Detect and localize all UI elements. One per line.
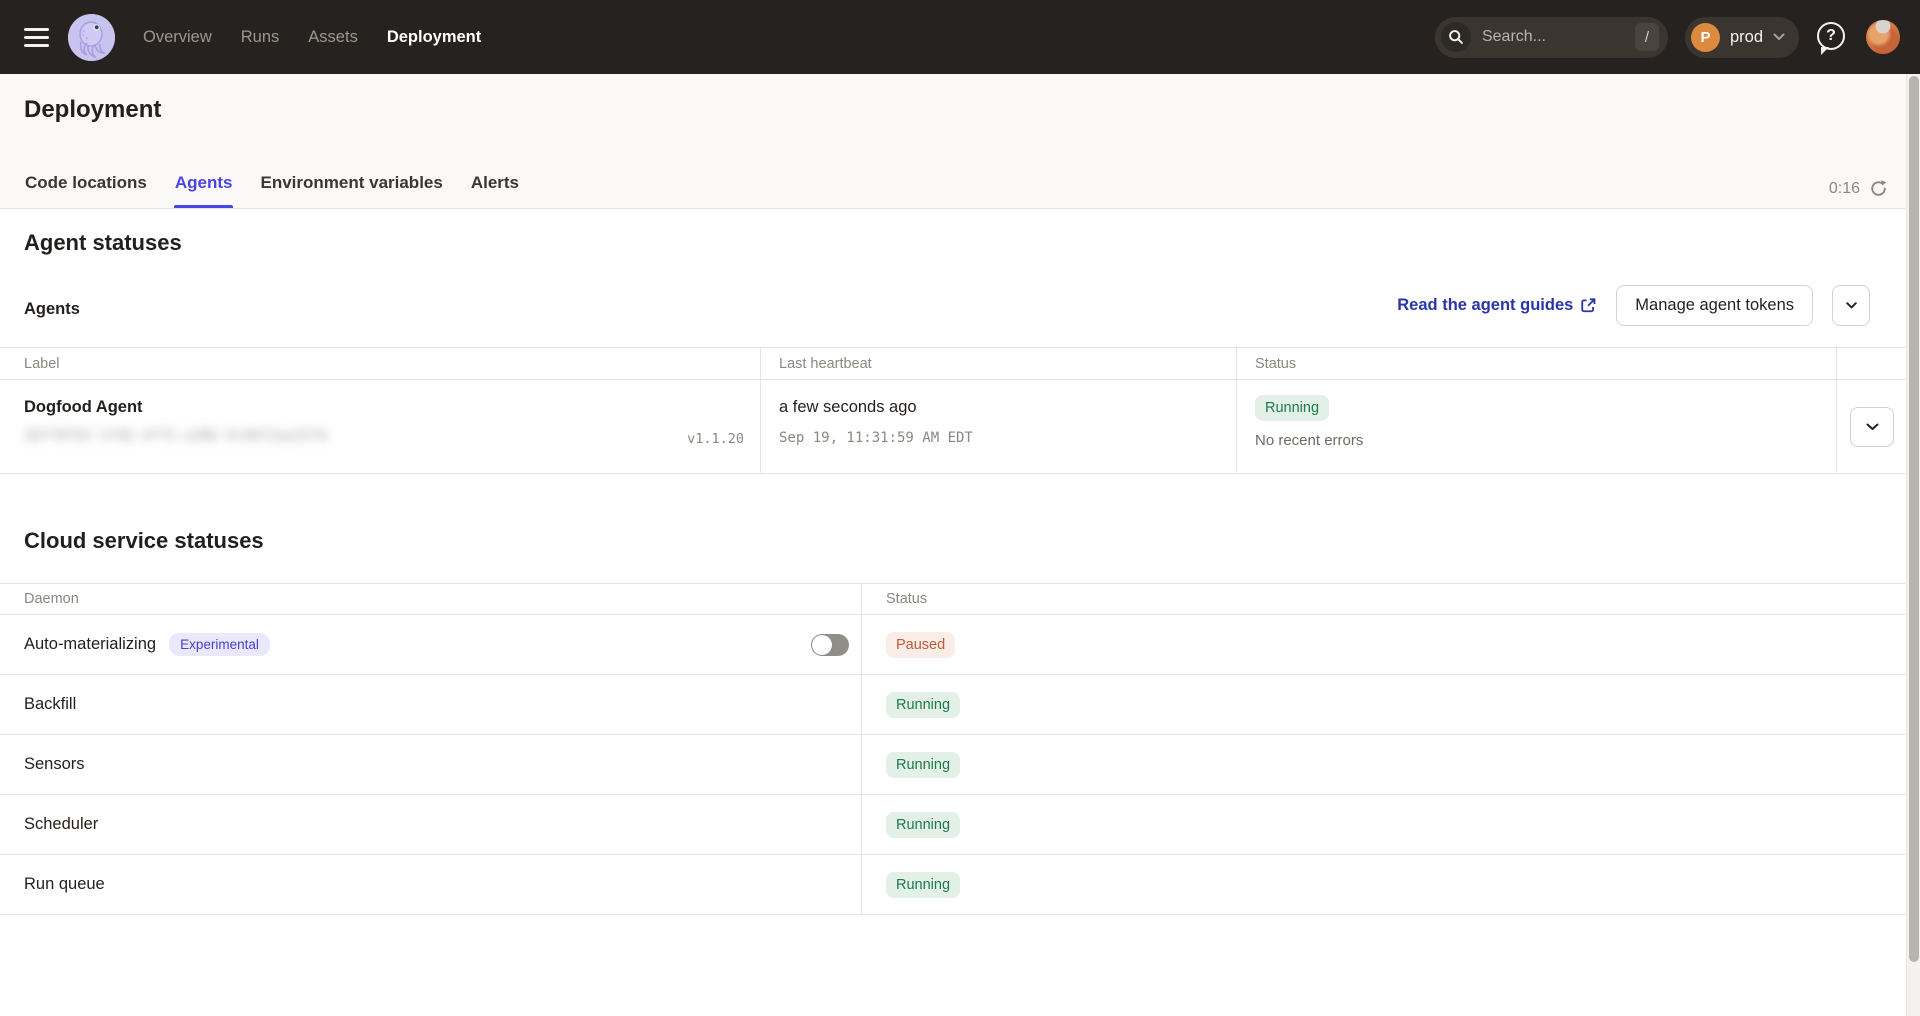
table-row: Dogfood Agent 36f787b5-2f4b-4f75-a38b-9c…: [0, 380, 1906, 474]
column-header-actions: [1836, 348, 1906, 379]
table-row: Backfill Running: [0, 675, 1906, 735]
agents-toolbar-actions: Read the agent guides Manage agent token…: [1397, 284, 1870, 326]
status-badge: Running: [886, 872, 960, 898]
daemon-cell: Run queue: [0, 855, 861, 914]
chevron-down-icon: [1773, 33, 1785, 41]
nav-item-deployment[interactable]: Deployment: [387, 28, 481, 47]
agent-row-expand-button[interactable]: [1850, 407, 1894, 447]
nav-item-overview[interactable]: Overview: [143, 28, 212, 47]
search-shortcut-key: /: [1635, 23, 1659, 51]
cloud-services-table: Daemon Status Auto-materializing Experim…: [0, 583, 1906, 915]
agent-version: v1.1.20: [687, 431, 744, 447]
table-row: Run queue Running: [0, 855, 1906, 915]
daemon-status-cell: Running: [861, 675, 1906, 734]
table-row: Scheduler Running: [0, 795, 1906, 855]
column-header-status: Status: [1236, 348, 1836, 379]
nav-item-runs[interactable]: Runs: [241, 28, 280, 47]
topbar-right-cluster: Search... / P prod ?: [1435, 0, 1900, 74]
heartbeat-relative-time: a few seconds ago: [779, 398, 917, 417]
hamburger-menu-icon[interactable]: [12, 13, 60, 61]
refresh-timer: 0:16: [1829, 180, 1860, 198]
tab-bar: Code locations Agents Environment variab…: [24, 173, 520, 208]
daemon-status-cell: Running: [861, 795, 1906, 854]
scrollbar-track[interactable]: [1906, 74, 1920, 1016]
user-avatar[interactable]: [1866, 20, 1900, 54]
daemon-name: Run queue: [24, 875, 105, 894]
help-icon[interactable]: ?: [1816, 19, 1849, 55]
agent-tokens-menu-button[interactable]: [1832, 285, 1870, 326]
tab-environment-variables[interactable]: Environment variables: [259, 173, 443, 208]
agent-guides-link-label: Read the agent guides: [1397, 296, 1573, 315]
auto-materializing-toggle[interactable]: [811, 634, 849, 656]
nav-item-assets[interactable]: Assets: [308, 28, 358, 47]
agent-statuses-heading: Agent statuses: [24, 230, 182, 256]
daemon-name: Sensors: [24, 755, 85, 774]
search-placeholder: Search...: [1482, 28, 1635, 46]
agent-name: Dogfood Agent: [24, 398, 143, 417]
daemon-status-cell: Running: [861, 855, 1906, 914]
tab-code-locations[interactable]: Code locations: [24, 173, 148, 208]
agent-guides-link[interactable]: Read the agent guides: [1397, 296, 1597, 315]
daemon-status-cell: Paused: [861, 615, 1906, 674]
agent-id-redacted: 36f787b5-2f4b-4f75-a38b-9c96f2aa337b: [24, 428, 344, 446]
daemon-name: Auto-materializing: [24, 635, 156, 654]
status-badge: Paused: [886, 632, 955, 658]
column-header-label: Label: [0, 348, 760, 379]
status-badge: Running: [886, 812, 960, 838]
search-icon: [1441, 22, 1471, 52]
heartbeat-timestamp: Sep 19, 11:31:59 AM EDT: [779, 430, 973, 446]
experimental-badge: Experimental: [169, 633, 270, 656]
daemon-cell: Backfill: [0, 675, 861, 734]
refresh-timer-area: 0:16: [1829, 179, 1888, 198]
refresh-icon[interactable]: [1869, 179, 1888, 198]
daemon-cell: Scheduler: [0, 795, 861, 854]
status-badge: Running: [1255, 395, 1329, 421]
status-badge: Running: [886, 752, 960, 778]
agents-table-header: Label Last heartbeat Status: [0, 347, 1906, 380]
column-header-last-heartbeat: Last heartbeat: [760, 348, 1236, 379]
tab-agents[interactable]: Agents: [174, 173, 234, 208]
page-header: Deployment Code locations Agents Environ…: [0, 74, 1920, 209]
daemon-cell: Auto-materializing Experimental: [0, 615, 861, 674]
status-note: No recent errors: [1255, 432, 1363, 449]
agents-subheading: Agents: [24, 300, 80, 319]
org-initial-badge: P: [1691, 23, 1720, 52]
table-row: Sensors Running: [0, 735, 1906, 795]
agent-actions-cell: [1836, 380, 1906, 473]
table-row: Auto-materializing Experimental Paused: [0, 615, 1906, 675]
daemon-name: Scheduler: [24, 815, 98, 834]
daemon-cell: Sensors: [0, 735, 861, 794]
agents-table: Label Last heartbeat Status Dogfood Agen…: [0, 347, 1906, 474]
daemon-name: Backfill: [24, 695, 76, 714]
agent-heartbeat-cell: a few seconds ago Sep 19, 11:31:59 AM ED…: [760, 380, 1236, 473]
manage-agent-tokens-button[interactable]: Manage agent tokens: [1616, 285, 1813, 326]
deployment-switcher[interactable]: P prod: [1685, 17, 1799, 58]
page-title: Deployment: [24, 96, 161, 124]
agent-status-cell: Running No recent errors: [1236, 380, 1836, 473]
status-badge: Running: [886, 692, 960, 718]
dagster-logo[interactable]: [68, 14, 115, 61]
column-header-daemon: Daemon: [0, 584, 861, 614]
scrollbar-thumb[interactable]: [1909, 76, 1919, 962]
cloud-table-header: Daemon Status: [0, 583, 1906, 615]
org-name: prod: [1730, 28, 1763, 47]
column-header-status: Status: [861, 584, 1906, 614]
agent-label-cell: Dogfood Agent 36f787b5-2f4b-4f75-a38b-9c…: [0, 380, 760, 473]
primary-nav: Overview Runs Assets Deployment: [143, 28, 481, 47]
search-input[interactable]: Search... /: [1435, 17, 1668, 58]
top-navigation-bar: Overview Runs Assets Deployment Search..…: [0, 0, 1920, 74]
cloud-service-statuses-heading: Cloud service statuses: [24, 528, 264, 554]
external-link-icon: [1580, 297, 1597, 314]
daemon-status-cell: Running: [861, 735, 1906, 794]
dagster-deployment-page: Overview Runs Assets Deployment Search..…: [0, 0, 1920, 1016]
tab-alerts[interactable]: Alerts: [470, 173, 520, 208]
